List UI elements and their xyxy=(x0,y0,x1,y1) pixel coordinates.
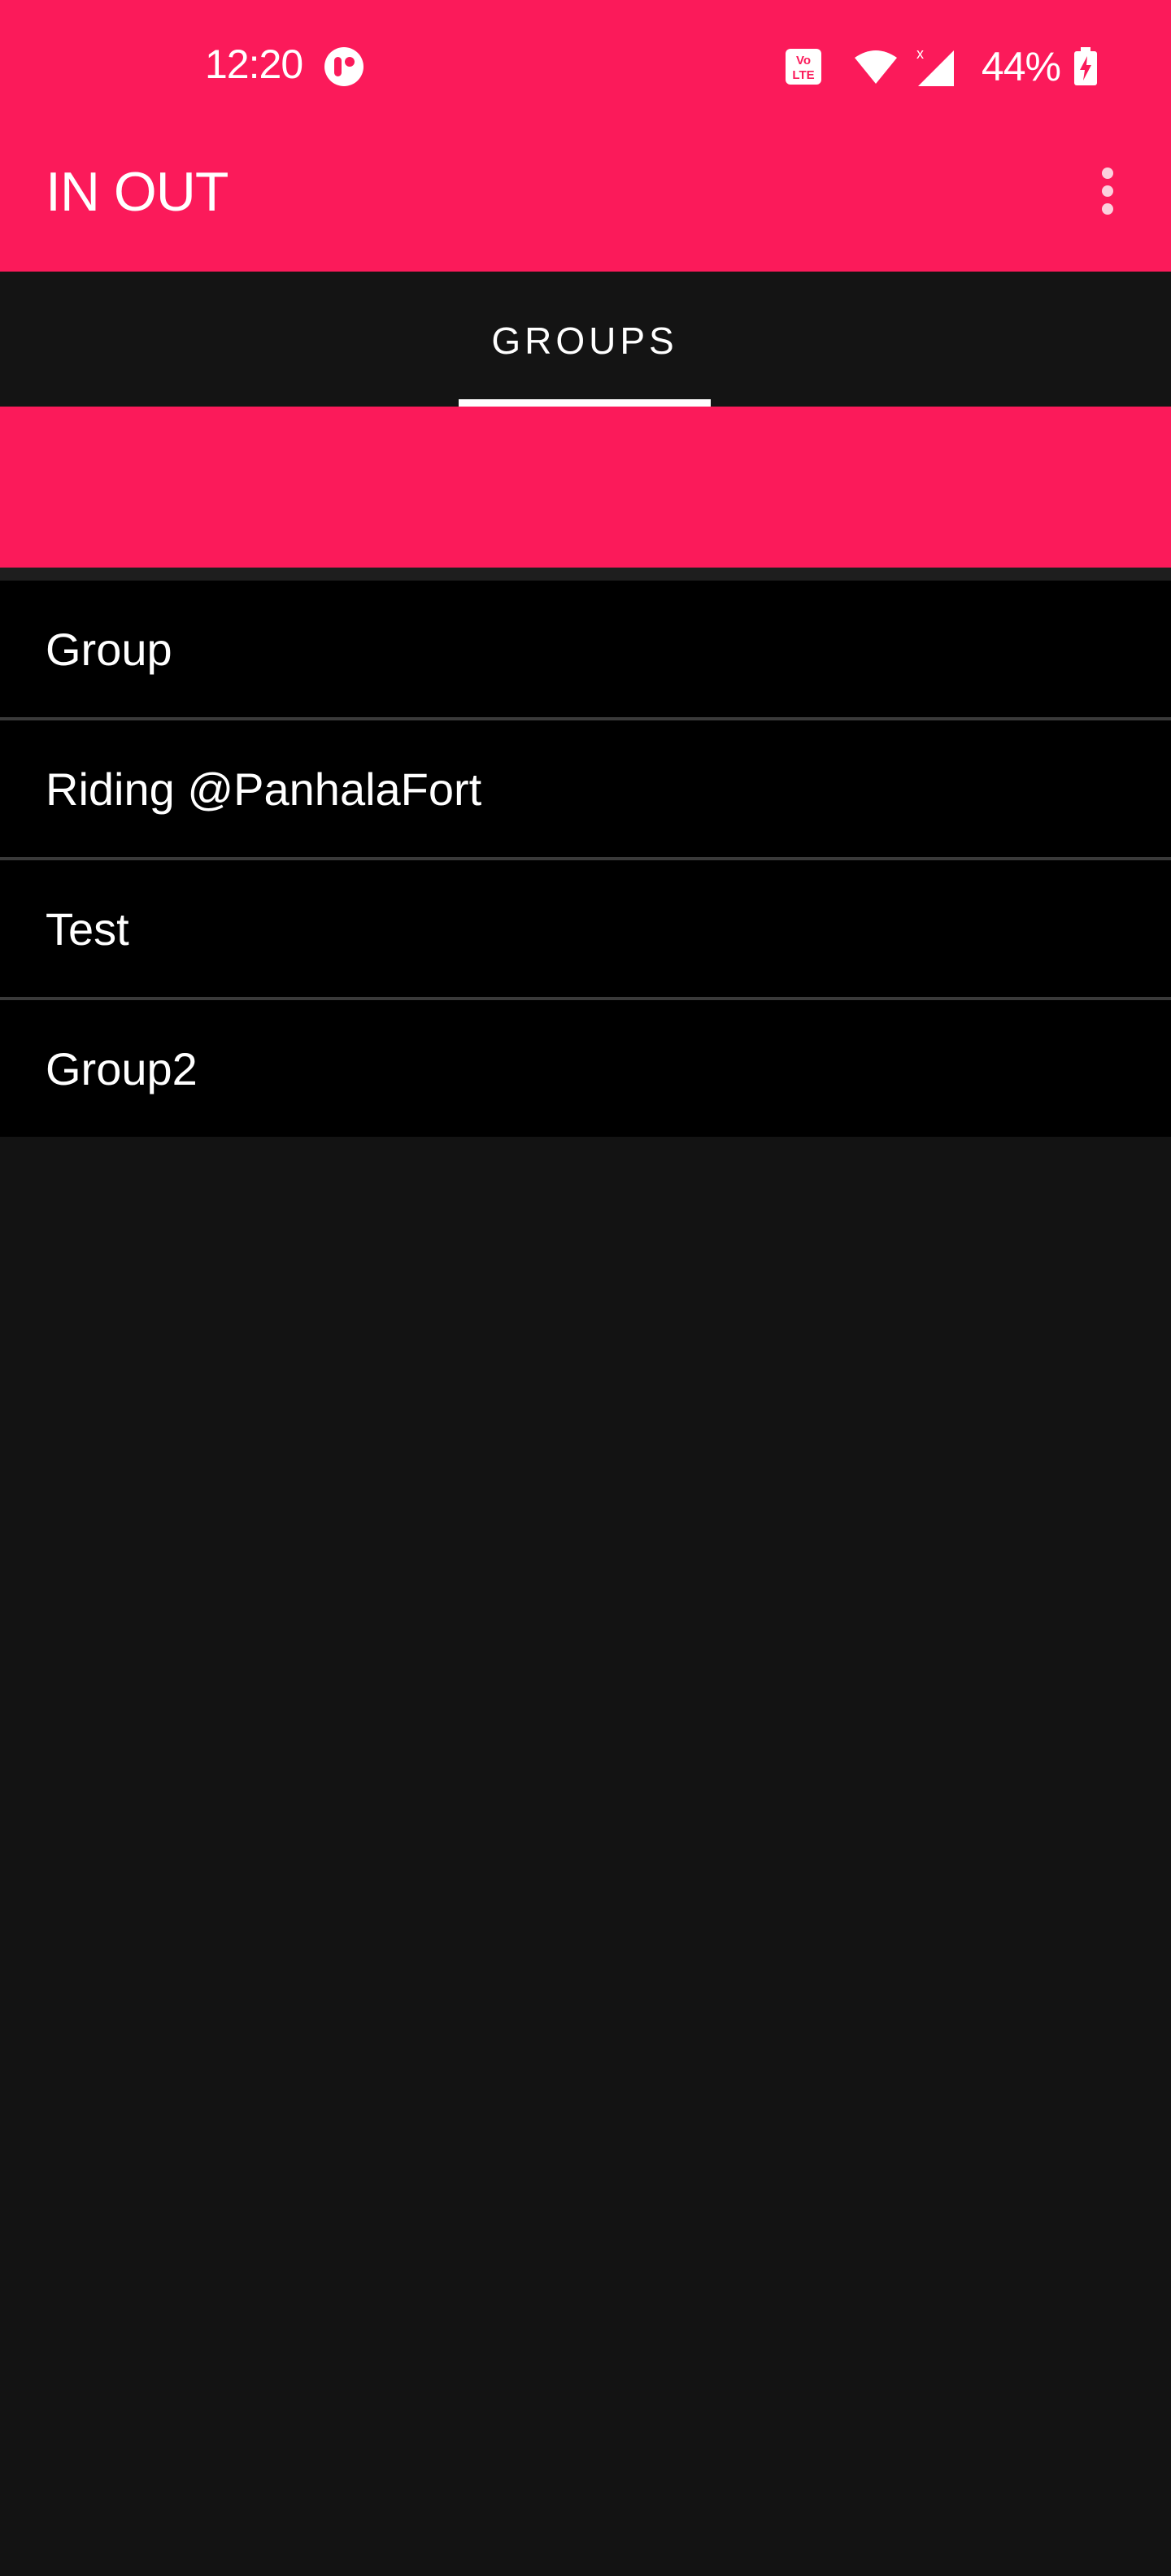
svg-text:Vo: Vo xyxy=(796,54,811,67)
overflow-menu-icon[interactable] xyxy=(1090,163,1125,220)
tab-groups-label: GROUPS xyxy=(491,320,678,362)
status-bar: 12:20 Vo LTE x 44% xyxy=(0,0,1171,133)
wifi-icon xyxy=(854,50,897,84)
group-name: Riding @PanhalaFort xyxy=(46,764,482,815)
group-list: Group Riding @PanhalaFort Test Group2 xyxy=(0,581,1171,1137)
overflow-dot xyxy=(1102,168,1113,179)
status-icons: Vo LTE x 44% xyxy=(785,42,1098,91)
svg-text:LTE: LTE xyxy=(792,68,814,82)
overflow-dot xyxy=(1102,185,1113,197)
app-notification-icon xyxy=(324,47,363,86)
group-name: Test xyxy=(46,903,129,955)
group-name: Group2 xyxy=(46,1043,198,1094)
overflow-dot xyxy=(1102,203,1113,215)
svg-text:x: x xyxy=(916,46,924,62)
group-list-item[interactable]: Group2 xyxy=(0,1000,1171,1137)
cell-signal-icon: x xyxy=(916,46,954,86)
group-name: Group xyxy=(46,624,172,675)
group-list-item[interactable]: Riding @PanhalaFort xyxy=(0,720,1171,860)
divider xyxy=(0,568,1171,581)
group-list-item[interactable]: Test xyxy=(0,860,1171,1000)
status-time: 12:20 xyxy=(205,41,303,87)
app-title: IN OUT xyxy=(46,161,229,223)
tab-selected-indicator xyxy=(459,399,711,407)
volte-icon: Vo LTE xyxy=(785,49,821,85)
header-banner xyxy=(0,407,1171,568)
battery-charging-icon xyxy=(1074,47,1097,85)
tab-groups[interactable]: GROUPS xyxy=(459,272,711,407)
battery-percent: 44% xyxy=(981,44,1061,89)
group-list-item[interactable]: Group xyxy=(0,581,1171,720)
